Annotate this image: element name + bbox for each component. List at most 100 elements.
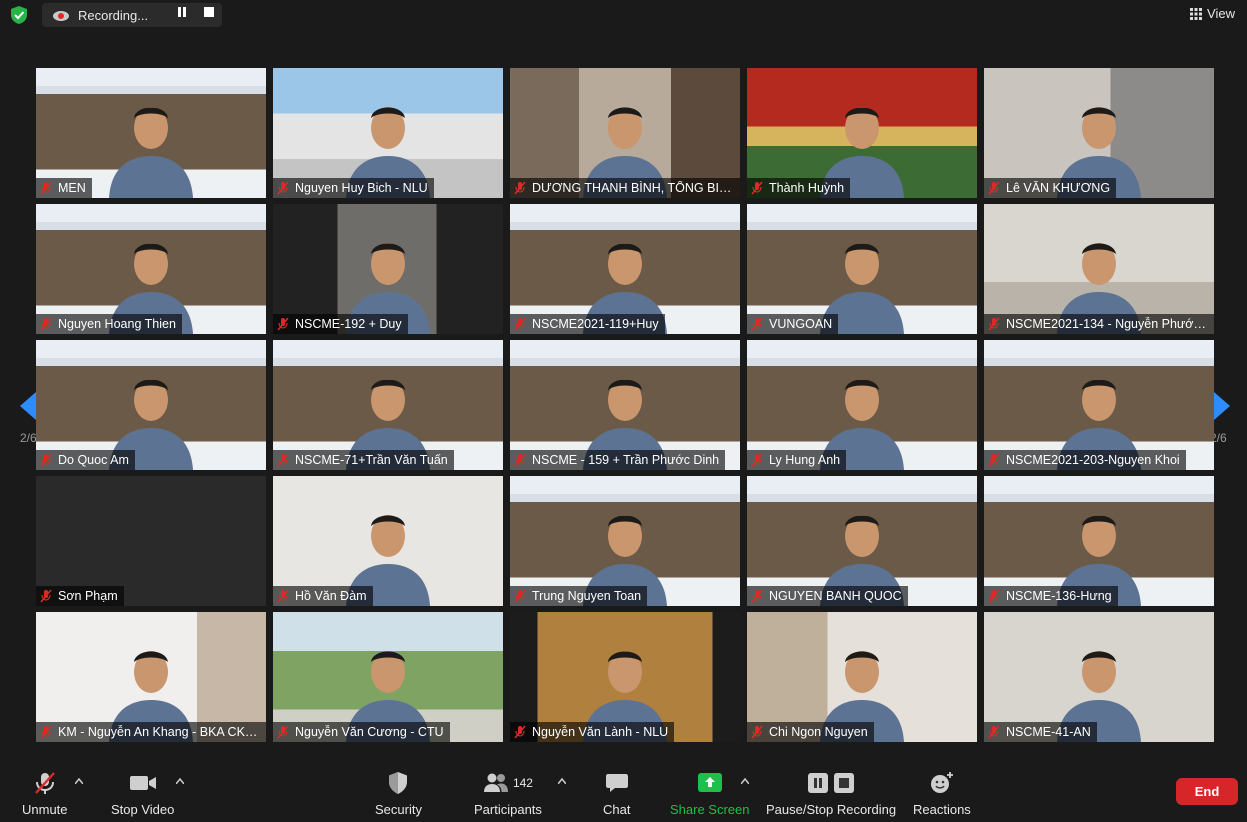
video-options-caret-icon[interactable] — [176, 778, 184, 784]
pause-stop-recording-icon — [808, 773, 855, 793]
participant-video-tile[interactable]: DƯƠNG THANH BÌNH, TỔNG BIÊ... — [510, 68, 740, 198]
participant-name-label: NSCME2021-134 - Nguyễn Phước... — [984, 314, 1214, 334]
video-camera-icon — [129, 776, 156, 790]
participant-name: Ly Hung Anh — [769, 453, 841, 467]
participant-name-label: NSCME2021-203-Nguyen Khoi — [984, 450, 1186, 470]
reactions-label: Reactions — [913, 802, 971, 817]
audio-options-caret-icon[interactable] — [75, 778, 83, 784]
participant-name: NSCME-136-Hưng — [1006, 589, 1112, 603]
recording-indicator: Recording... — [42, 3, 222, 27]
muted-mic-icon — [277, 317, 289, 331]
participant-video-tile[interactable]: NSCME - 159 + Trần Phước Dinh — [510, 340, 740, 470]
participant-video-tile[interactable]: Trung Nguyen Toan — [510, 476, 740, 606]
participant-video-tile[interactable]: Thành Huỳnh — [747, 68, 977, 198]
page-indicator-left: 2/6 — [20, 431, 37, 445]
chat-bubble-icon — [605, 774, 628, 792]
stop-recording-icon[interactable] — [203, 6, 215, 18]
muted-mic-icon — [40, 589, 52, 603]
participant-video-tile[interactable]: Nguyen Hoang Thien — [36, 204, 266, 334]
participants-options-caret-icon[interactable] — [558, 778, 566, 784]
muted-mic-icon — [988, 589, 1000, 603]
participant-video-tile[interactable]: NSCME-136-Hưng — [984, 476, 1214, 606]
participant-name-label: NSCME - 159 + Trần Phước Dinh — [510, 450, 726, 470]
unmute-button[interactable]: Unmute — [22, 770, 68, 817]
participant-name: Hồ Văn Đàm — [295, 589, 367, 603]
participant-video-tile[interactable]: NSCME2021-134 - Nguyễn Phước... — [984, 204, 1214, 334]
share-screen-arrow-icon — [697, 773, 722, 792]
participant-name-label: Do Quoc Am — [36, 450, 135, 470]
cloud-recording-icon — [53, 11, 69, 21]
muted-microphone-icon — [34, 772, 55, 794]
security-shield-toolbar-icon — [389, 772, 408, 794]
participant-name-label: Nguyễn Văn Lành - NLU — [510, 722, 675, 742]
participant-name: NSCME2021-134 - Nguyễn Phước... — [1006, 317, 1208, 331]
participant-video-tile[interactable]: NSCME2021-203-Nguyen Khoi — [984, 340, 1214, 470]
participant-figure — [109, 107, 193, 198]
unmute-label: Unmute — [22, 802, 68, 817]
participant-video-tile[interactable]: NSCME-192 + Duy — [273, 204, 503, 334]
previous-page-arrow-icon[interactable] — [20, 392, 36, 420]
participant-video-tile[interactable]: Nguyễn Văn Cương - CTU — [273, 612, 503, 742]
stop-video-label: Stop Video — [111, 802, 175, 817]
next-page-arrow-icon[interactable] — [1214, 392, 1230, 420]
top-bar: Recording... View — [0, 0, 1247, 30]
participant-name-label: NSCME-41-AN — [984, 722, 1097, 742]
participant-name-label: Ly Hung Anh — [747, 450, 847, 470]
chat-label: Chat — [603, 802, 631, 817]
muted-mic-icon — [988, 725, 1000, 739]
stop-video-button[interactable]: Stop Video — [111, 770, 174, 817]
participant-name: NSCME2021-203-Nguyen Khoi — [1006, 453, 1180, 467]
participant-name: NSCME2021-119+Huy — [532, 317, 659, 331]
participant-video-tile[interactable]: Lê VĂN KHƯƠNG — [984, 68, 1214, 198]
participant-name: Nguyen Hoang Thien — [58, 317, 176, 331]
pause-stop-recording-button[interactable]: Pause/Stop Recording — [766, 770, 896, 817]
muted-mic-icon — [751, 589, 763, 603]
chat-button[interactable]: Chat — [603, 770, 630, 817]
participant-name: Trung Nguyen Toan — [532, 589, 642, 603]
share-screen-button[interactable]: Share Screen — [670, 770, 750, 817]
muted-mic-icon — [751, 317, 763, 331]
participant-name-label: VUNGOAN — [747, 314, 839, 334]
participant-name: Nguyễn Văn Cương - CTU — [295, 725, 444, 739]
participant-video-tile[interactable]: Sơn Phạm — [36, 476, 266, 606]
participant-video-tile[interactable]: NSCME-71+Trần Văn Tuấn — [273, 340, 503, 470]
participant-name: NSCME-41-AN — [1006, 725, 1091, 739]
muted-mic-icon — [277, 589, 289, 603]
participant-name: Lê VĂN KHƯƠNG — [1006, 181, 1111, 195]
participant-video-tile[interactable]: Nguyen Huy Bich - NLU — [273, 68, 503, 198]
muted-mic-icon — [514, 317, 526, 331]
muted-mic-icon — [988, 317, 1000, 331]
participant-video-tile[interactable]: NSCME-41-AN — [984, 612, 1214, 742]
participant-name-label: NSCME-71+Trần Văn Tuấn — [273, 450, 454, 470]
participant-video-tile[interactable]: NGUYEN BANH QUOC — [747, 476, 977, 606]
participant-name-label: Lê VĂN KHƯƠNG — [984, 178, 1117, 198]
end-meeting-button[interactable]: End — [1176, 778, 1238, 805]
muted-mic-icon — [40, 725, 52, 739]
participant-name: NGUYEN BANH QUOC — [769, 589, 902, 603]
participant-video-tile[interactable]: Nguyễn Văn Lành - NLU — [510, 612, 740, 742]
participants-label: Participants — [474, 802, 542, 817]
participant-name-label: NSCME-136-Hưng — [984, 586, 1118, 606]
participant-video-tile[interactable]: KM - Nguyễn An Khang - BKA CK -... — [36, 612, 266, 742]
muted-mic-icon — [277, 181, 289, 195]
reactions-button[interactable]: Reactions — [913, 770, 971, 817]
participants-button[interactable]: 142 Participants — [474, 770, 542, 817]
view-button[interactable]: View — [1190, 6, 1235, 21]
participant-name-label: Nguyễn Văn Cương - CTU — [273, 722, 450, 742]
participant-name-label: NSCME-192 + Duy — [273, 314, 408, 334]
security-button[interactable]: Security — [375, 770, 422, 817]
participant-name-label: MEN — [36, 178, 92, 198]
participant-video-tile[interactable]: Ly Hung Anh — [747, 340, 977, 470]
participant-video-tile[interactable]: MEN — [36, 68, 266, 198]
participant-name-label: Sơn Phạm — [36, 586, 124, 606]
participant-video-tile[interactable]: VUNGOAN — [747, 204, 977, 334]
participant-video-tile[interactable]: Do Quoc Am — [36, 340, 266, 470]
participant-video-tile[interactable]: Hồ Văn Đàm — [273, 476, 503, 606]
security-shield-icon[interactable] — [8, 5, 30, 25]
participant-name: NSCME-71+Trần Văn Tuấn — [295, 453, 448, 467]
pause-recording-icon[interactable] — [176, 6, 188, 18]
participant-video-tile[interactable]: Chi Ngon Nguyen — [747, 612, 977, 742]
muted-mic-icon — [277, 725, 289, 739]
participant-video-tile[interactable]: NSCME2021-119+Huy — [510, 204, 740, 334]
share-options-caret-icon[interactable] — [741, 778, 749, 784]
